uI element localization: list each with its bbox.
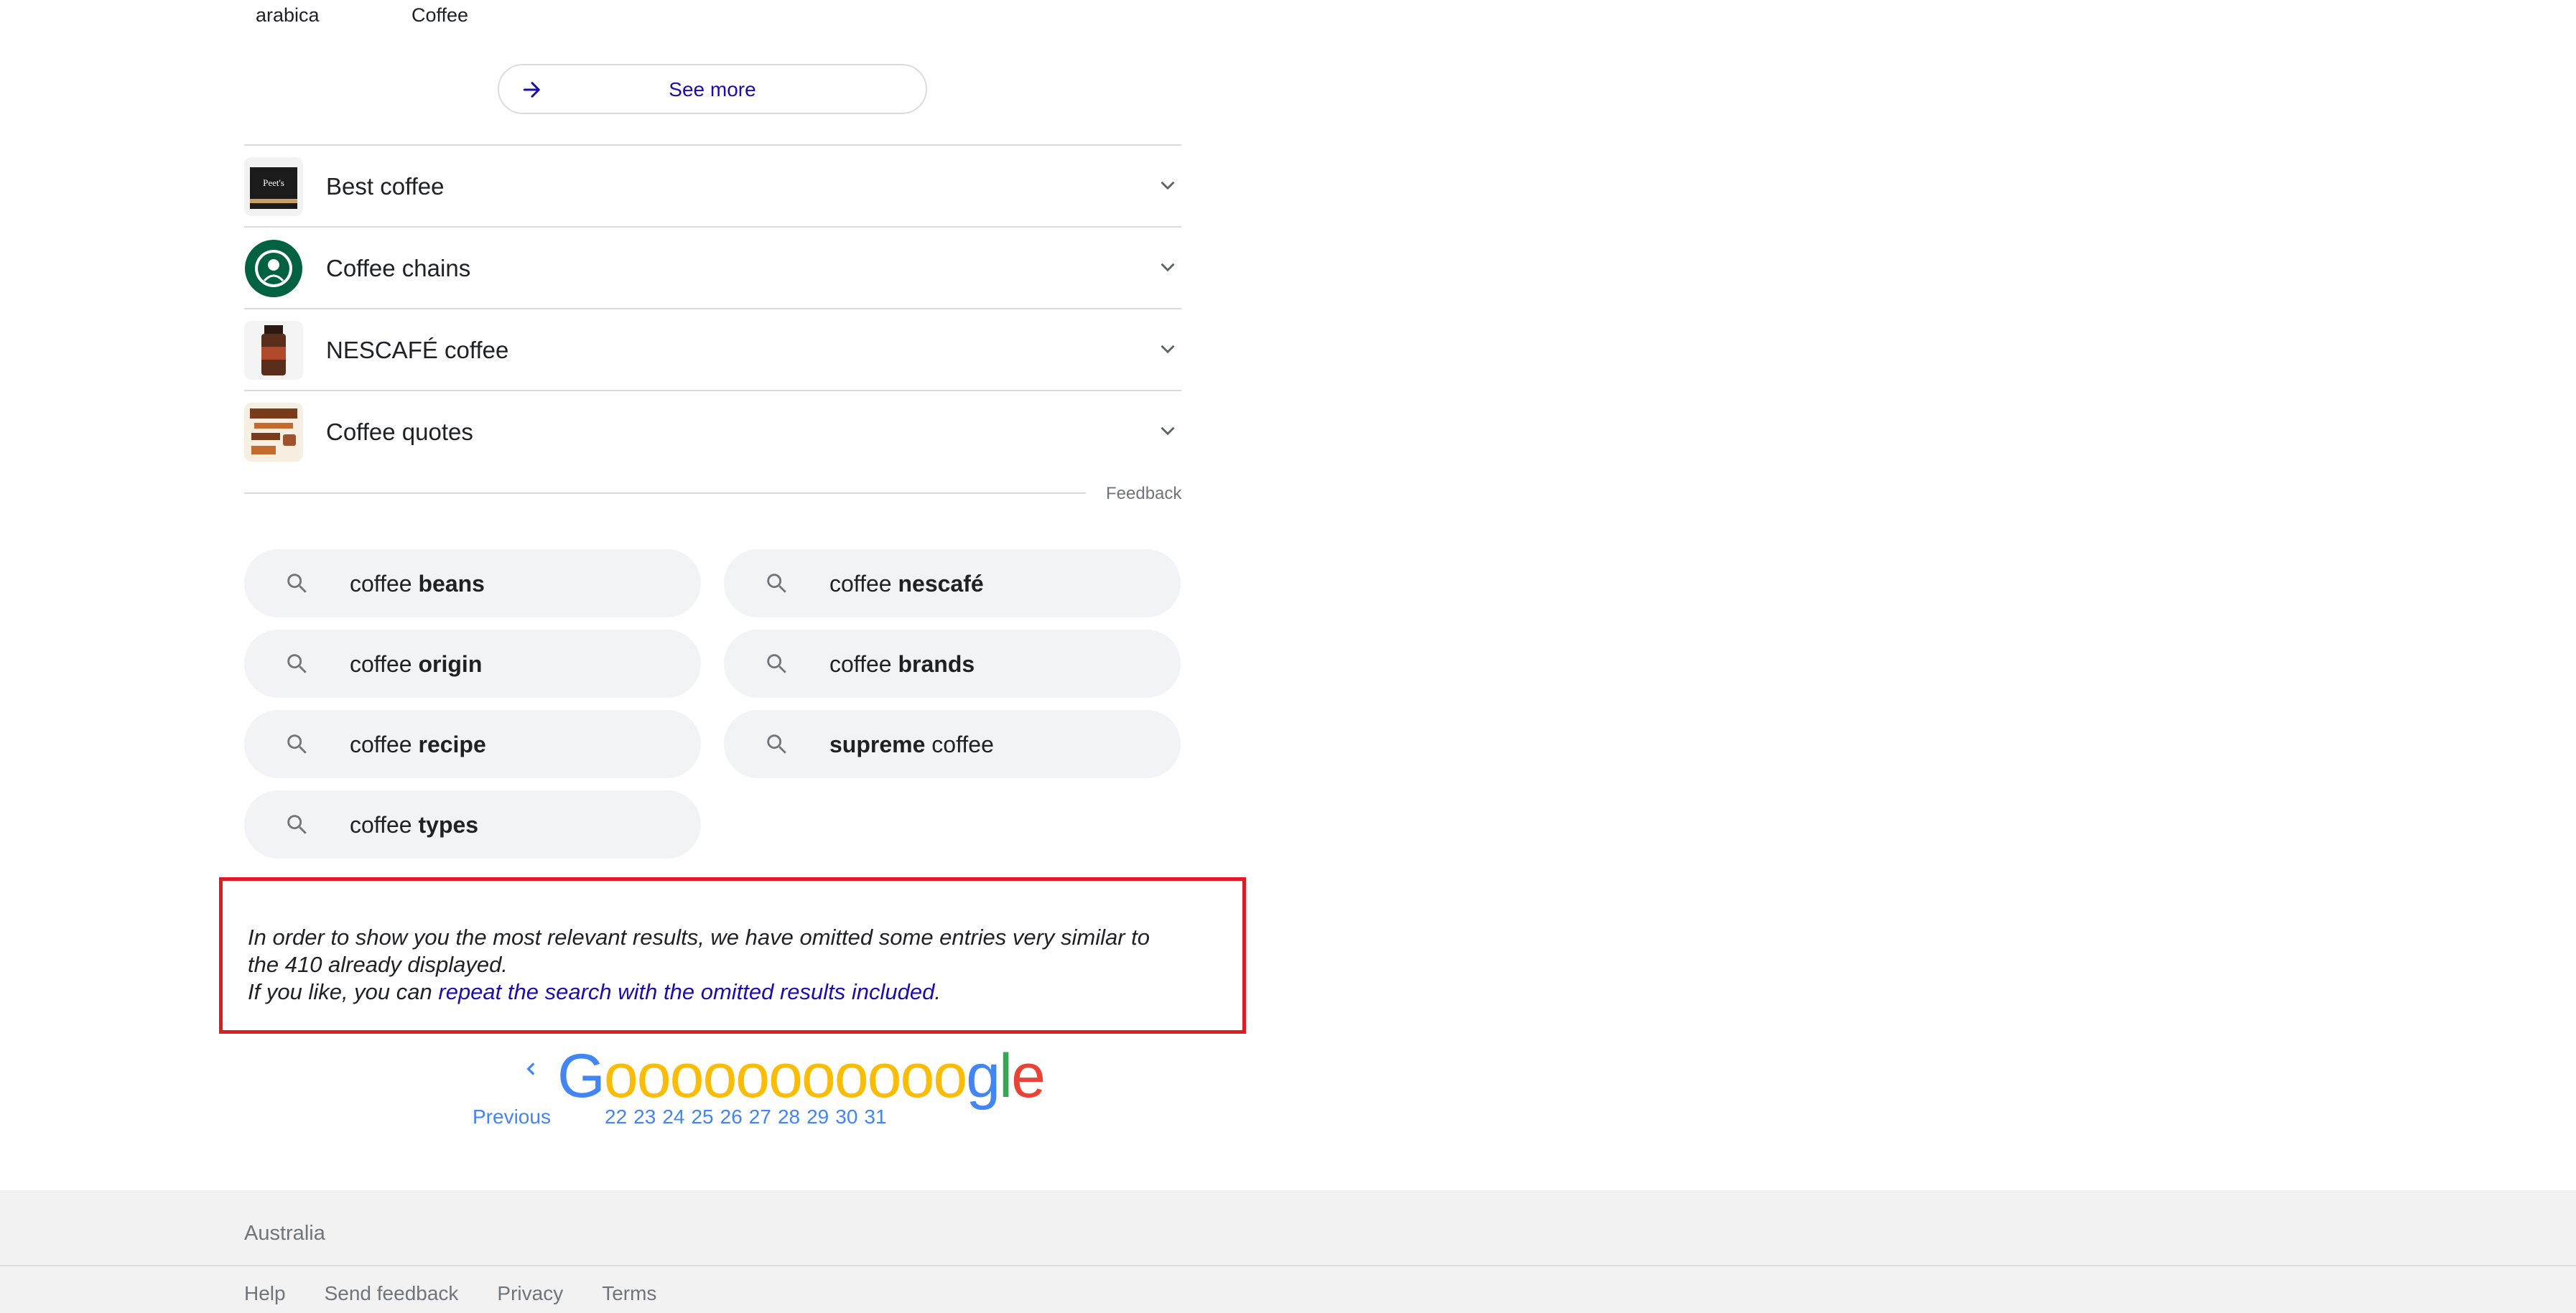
logo-letter: o — [933, 1042, 967, 1111]
logo-letter: o — [702, 1042, 737, 1111]
logo-letter: o — [636, 1042, 671, 1111]
related-search-chip[interactable]: coffee origin — [244, 630, 701, 698]
footer-link-privacy[interactable]: Privacy — [497, 1282, 563, 1304]
accordion-label: Coffee chains — [326, 255, 471, 281]
previous-page-link[interactable]: Previous — [473, 1106, 551, 1129]
related-search-text: supreme coffee — [829, 732, 994, 757]
notice-line-1: In order to show you the most relevant r… — [248, 925, 1150, 950]
page-link[interactable]: 29 — [806, 1106, 829, 1128]
search-icon — [767, 654, 786, 673]
related-search-text: coffee origin — [350, 651, 483, 677]
starbucks-logo-thumbnail — [244, 239, 303, 298]
footer-links: Help Send feedback Privacy Terms — [244, 1282, 695, 1305]
repeat-search-link[interactable]: repeat the search with the omitted resul… — [438, 979, 934, 1004]
accordion-row-coffee-quotes[interactable]: Coffee quotes — [244, 390, 1181, 471]
related-search-text: coffee recipe — [350, 732, 486, 757]
accordion-label: Coffee quotes — [326, 419, 473, 445]
page-link[interactable]: 24 — [662, 1106, 684, 1128]
search-icon — [287, 734, 307, 754]
related-search-text: coffee brands — [829, 651, 975, 677]
footer-country: Australia — [244, 1222, 325, 1245]
search-icon — [287, 815, 307, 834]
logo-letter: g — [966, 1042, 1000, 1111]
page-link[interactable]: 27 — [749, 1106, 771, 1128]
svg-text:Peet's: Peet's — [263, 177, 284, 188]
google-pagination-logo: Gooooooooooogle — [557, 1041, 1046, 1112]
notice-line-3: If you like, you can repeat the search w… — [248, 979, 941, 1004]
search-icon — [767, 574, 786, 593]
footer-link-help[interactable]: Help — [244, 1282, 286, 1304]
logo-letter: o — [669, 1042, 705, 1111]
logo-letter: e — [1011, 1042, 1046, 1111]
top-label-arabica[interactable]: arabica — [256, 4, 320, 27]
see-more-button[interactable]: See more — [498, 64, 927, 114]
related-search-chip[interactable]: coffee recipe — [244, 710, 701, 778]
logo-letter: l — [999, 1042, 1013, 1111]
page-link[interactable]: 26 — [720, 1106, 743, 1128]
logo-letter: o — [735, 1042, 770, 1111]
see-more-label: See more — [669, 78, 756, 101]
page-link[interactable]: 31 — [864, 1106, 886, 1128]
accordion-label: Best coffee — [326, 173, 445, 200]
accordion-label: NESCAFÉ coffee — [326, 337, 509, 363]
logo-letter: o — [867, 1042, 902, 1111]
chevron-left-icon[interactable] — [522, 1058, 541, 1080]
related-search-chip[interactable]: supreme coffee — [724, 710, 1181, 778]
page-link[interactable]: 28 — [778, 1106, 800, 1128]
page-footer: Australia Help Send feedback Privacy Terms — [0, 1190, 2576, 1313]
search-icon — [767, 734, 786, 754]
accordion-row-nescafe-coffee[interactable]: NESCAFÉ coffee — [244, 308, 1181, 389]
accordion-row-best-coffee[interactable]: Peet's Best coffee — [244, 144, 1181, 225]
related-search-chip[interactable]: coffee beans — [244, 549, 701, 617]
chevron-down-icon — [1161, 426, 1175, 436]
search-icon — [287, 654, 307, 673]
footer-link-terms[interactable]: Terms — [602, 1282, 656, 1304]
related-search-text: coffee nescafé — [829, 571, 984, 597]
feedback-link[interactable]: Feedback — [1106, 484, 1181, 504]
coffee-quote-poster-thumbnail — [244, 403, 303, 462]
chevron-down-icon — [1161, 263, 1175, 272]
related-search-chip[interactable]: coffee brands — [724, 630, 1181, 698]
section-divider — [244, 492, 1086, 494]
logo-letter: o — [801, 1042, 836, 1111]
footer-link-send-feedback[interactable]: Send feedback — [325, 1282, 459, 1304]
related-search-text: coffee types — [350, 812, 479, 838]
notice-line-2: the 410 already displayed. — [248, 952, 508, 977]
page-link[interactable]: 23 — [633, 1106, 656, 1128]
accordion-row-coffee-chains[interactable]: Coffee chains — [244, 226, 1181, 307]
page-link[interactable]: 30 — [835, 1106, 857, 1128]
nescafe-jar-thumbnail — [244, 321, 303, 380]
logo-letter: o — [603, 1042, 638, 1111]
peets-coffee-box-thumbnail: Peet's — [244, 157, 303, 216]
top-label-coffee[interactable]: Coffee — [411, 4, 468, 27]
logo-letter: o — [834, 1042, 869, 1111]
logo-letter: o — [768, 1042, 803, 1111]
logo-letter: o — [900, 1042, 935, 1111]
related-search-chip[interactable]: coffee types — [244, 790, 701, 859]
footer-divider — [0, 1265, 2576, 1266]
page-link[interactable]: 25 — [691, 1106, 713, 1128]
omitted-results-notice: In order to show you the most relevant r… — [219, 877, 1246, 1034]
related-search-text: coffee beans — [350, 571, 485, 597]
chevron-down-icon — [1161, 345, 1175, 354]
page-number-list: 22 23 24 25 26 27 28 29 30 31 — [605, 1106, 893, 1129]
chevron-down-icon — [1161, 181, 1175, 190]
page-link[interactable]: 22 — [605, 1106, 627, 1128]
search-icon — [287, 574, 307, 593]
logo-letter: G — [557, 1042, 605, 1111]
related-search-chip[interactable]: coffee nescafé — [724, 549, 1181, 617]
